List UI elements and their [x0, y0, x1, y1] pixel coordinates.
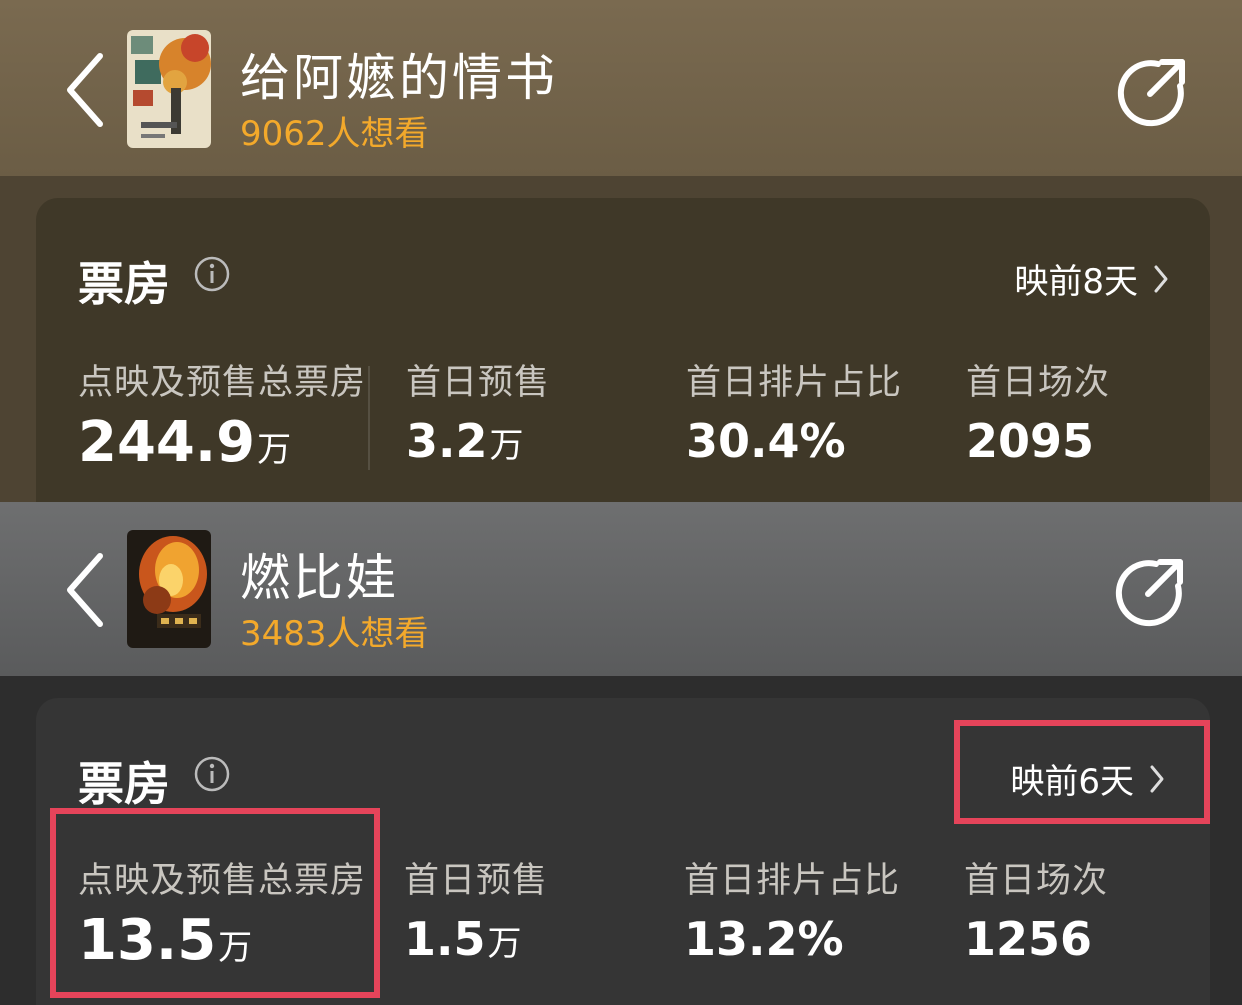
box-office-card: 票房 映前8天 点映及预售总票房 244.9万 首日预售 3.2万 首日排片占比… [36, 198, 1210, 502]
stat-value: 13.2% [684, 912, 844, 966]
back-arrow-icon[interactable] [60, 550, 112, 630]
movie-poster[interactable] [127, 30, 211, 148]
stat-label: 点映及预售总票房 [78, 363, 367, 403]
highlight-box-total-box-office [50, 808, 380, 998]
stat-value: 244.9万 [78, 410, 292, 475]
stat-value: 30.4% [686, 414, 846, 468]
want-count: 9062人想看 [240, 114, 429, 154]
stat-value: 2095 [966, 414, 1095, 468]
movie-poster[interactable] [127, 530, 211, 648]
card-title: 票房 [78, 757, 170, 811]
share-icon[interactable] [1112, 554, 1188, 630]
movie-title: 燃比娃 [240, 549, 399, 607]
card-title: 票房 [78, 257, 170, 311]
stat-label: 首日场次 [966, 363, 1111, 403]
want-count: 3483人想看 [240, 614, 429, 654]
info-icon[interactable] [194, 256, 230, 292]
movie-panel-2: 燃比娃 3483人想看 票房 映前6天 点映及预售总票房 13.5万 首日预售 … [0, 502, 1242, 1005]
highlight-box-pre-release [954, 720, 1210, 824]
stat-value: 3.2万 [406, 414, 524, 468]
movie-header: 给阿嬷的情书 9062人想看 [0, 0, 1242, 176]
movie-header: 燃比娃 3483人想看 [0, 502, 1242, 676]
stat-label: 首日排片占比 [684, 861, 901, 901]
movie-title: 给阿嬷的情书 [240, 49, 558, 107]
pre-release-label: 映前8天 [1014, 262, 1138, 302]
chevron-right-icon [1154, 265, 1168, 292]
divider [368, 366, 370, 470]
stat-value: 1256 [964, 912, 1093, 966]
pre-release-link[interactable]: 映前8天 [1014, 254, 1170, 303]
movie-panel-1: 给阿嬷的情书 9062人想看 票房 映前8天 点映及预售总票房 244.9万 首… [0, 0, 1242, 502]
stat-label: 首日排片占比 [686, 363, 903, 403]
stat-label: 首日场次 [964, 861, 1109, 901]
stat-label: 首日预售 [404, 861, 549, 901]
back-arrow-icon[interactable] [60, 50, 112, 130]
share-icon[interactable] [1114, 54, 1190, 130]
info-icon[interactable] [194, 756, 230, 792]
stat-value: 1.5万 [404, 912, 522, 966]
stat-label: 首日预售 [406, 363, 551, 403]
